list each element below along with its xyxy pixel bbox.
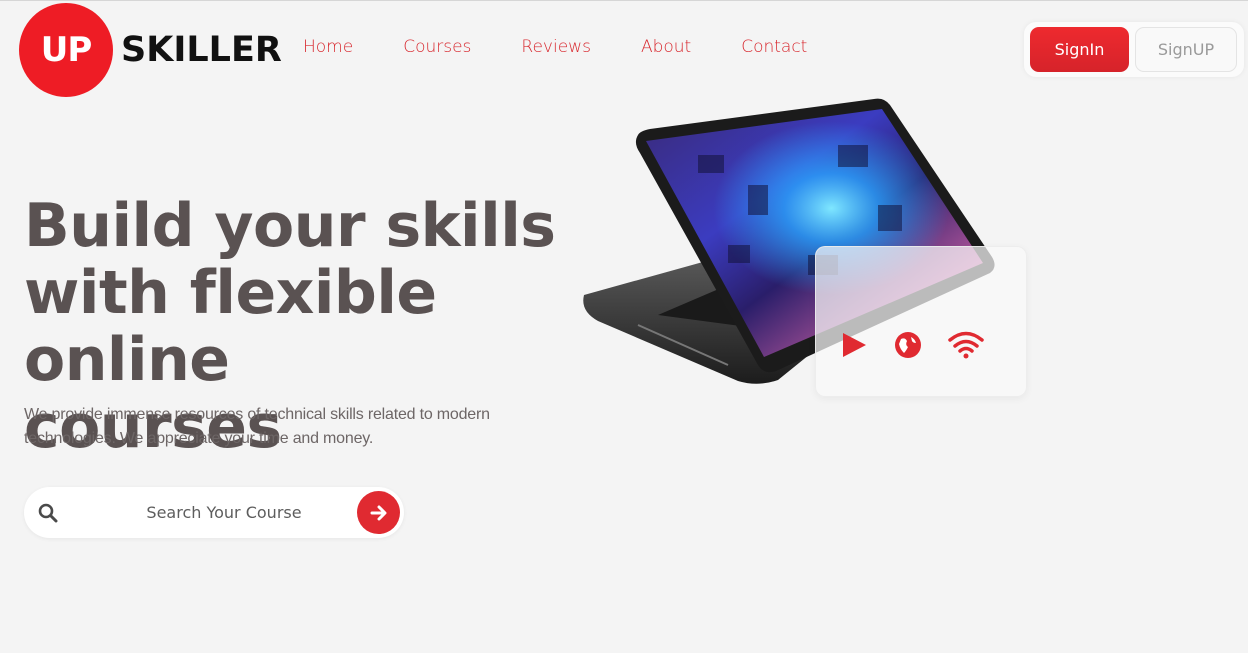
nav-reviews[interactable]: Reviews <box>521 37 591 57</box>
hero-description-line: We provide immense resources of technica… <box>24 406 490 423</box>
nav-courses[interactable]: Courses <box>403 37 471 57</box>
nav-about[interactable]: About <box>641 37 691 57</box>
main-nav: Home Courses Reviews About Contact <box>303 37 857 57</box>
signup-button[interactable]: SignUP <box>1135 27 1237 72</box>
hero-description-line: technologies. We appreciate your time an… <box>24 430 374 447</box>
hero-description: We provide immense resources of technica… <box>24 403 544 451</box>
logo-wordmark: SKILLER <box>121 29 282 70</box>
hero-title-line: Build your skills <box>24 191 556 261</box>
search-input[interactable] <box>104 497 344 528</box>
course-search <box>24 487 404 538</box>
search-submit-button[interactable] <box>357 491 400 534</box>
search-icon[interactable] <box>38 503 58 523</box>
arrow-right-icon <box>370 505 386 520</box>
play-icon[interactable] <box>840 331 868 359</box>
wifi-icon[interactable] <box>948 331 984 359</box>
signin-button[interactable]: SignIn <box>1030 27 1129 72</box>
auth-buttons: SignIn SignUP <box>1024 22 1244 77</box>
nav-home[interactable]: Home <box>303 37 353 57</box>
globe-icon[interactable] <box>894 331 922 359</box>
logo-badge: UP <box>19 2 113 97</box>
media-features-card <box>815 246 1027 397</box>
nav-contact[interactable]: Contact <box>741 37 807 57</box>
brand-logo[interactable]: UP SKILLER <box>19 2 282 97</box>
hero-title-line: with flexible online <box>24 258 437 395</box>
